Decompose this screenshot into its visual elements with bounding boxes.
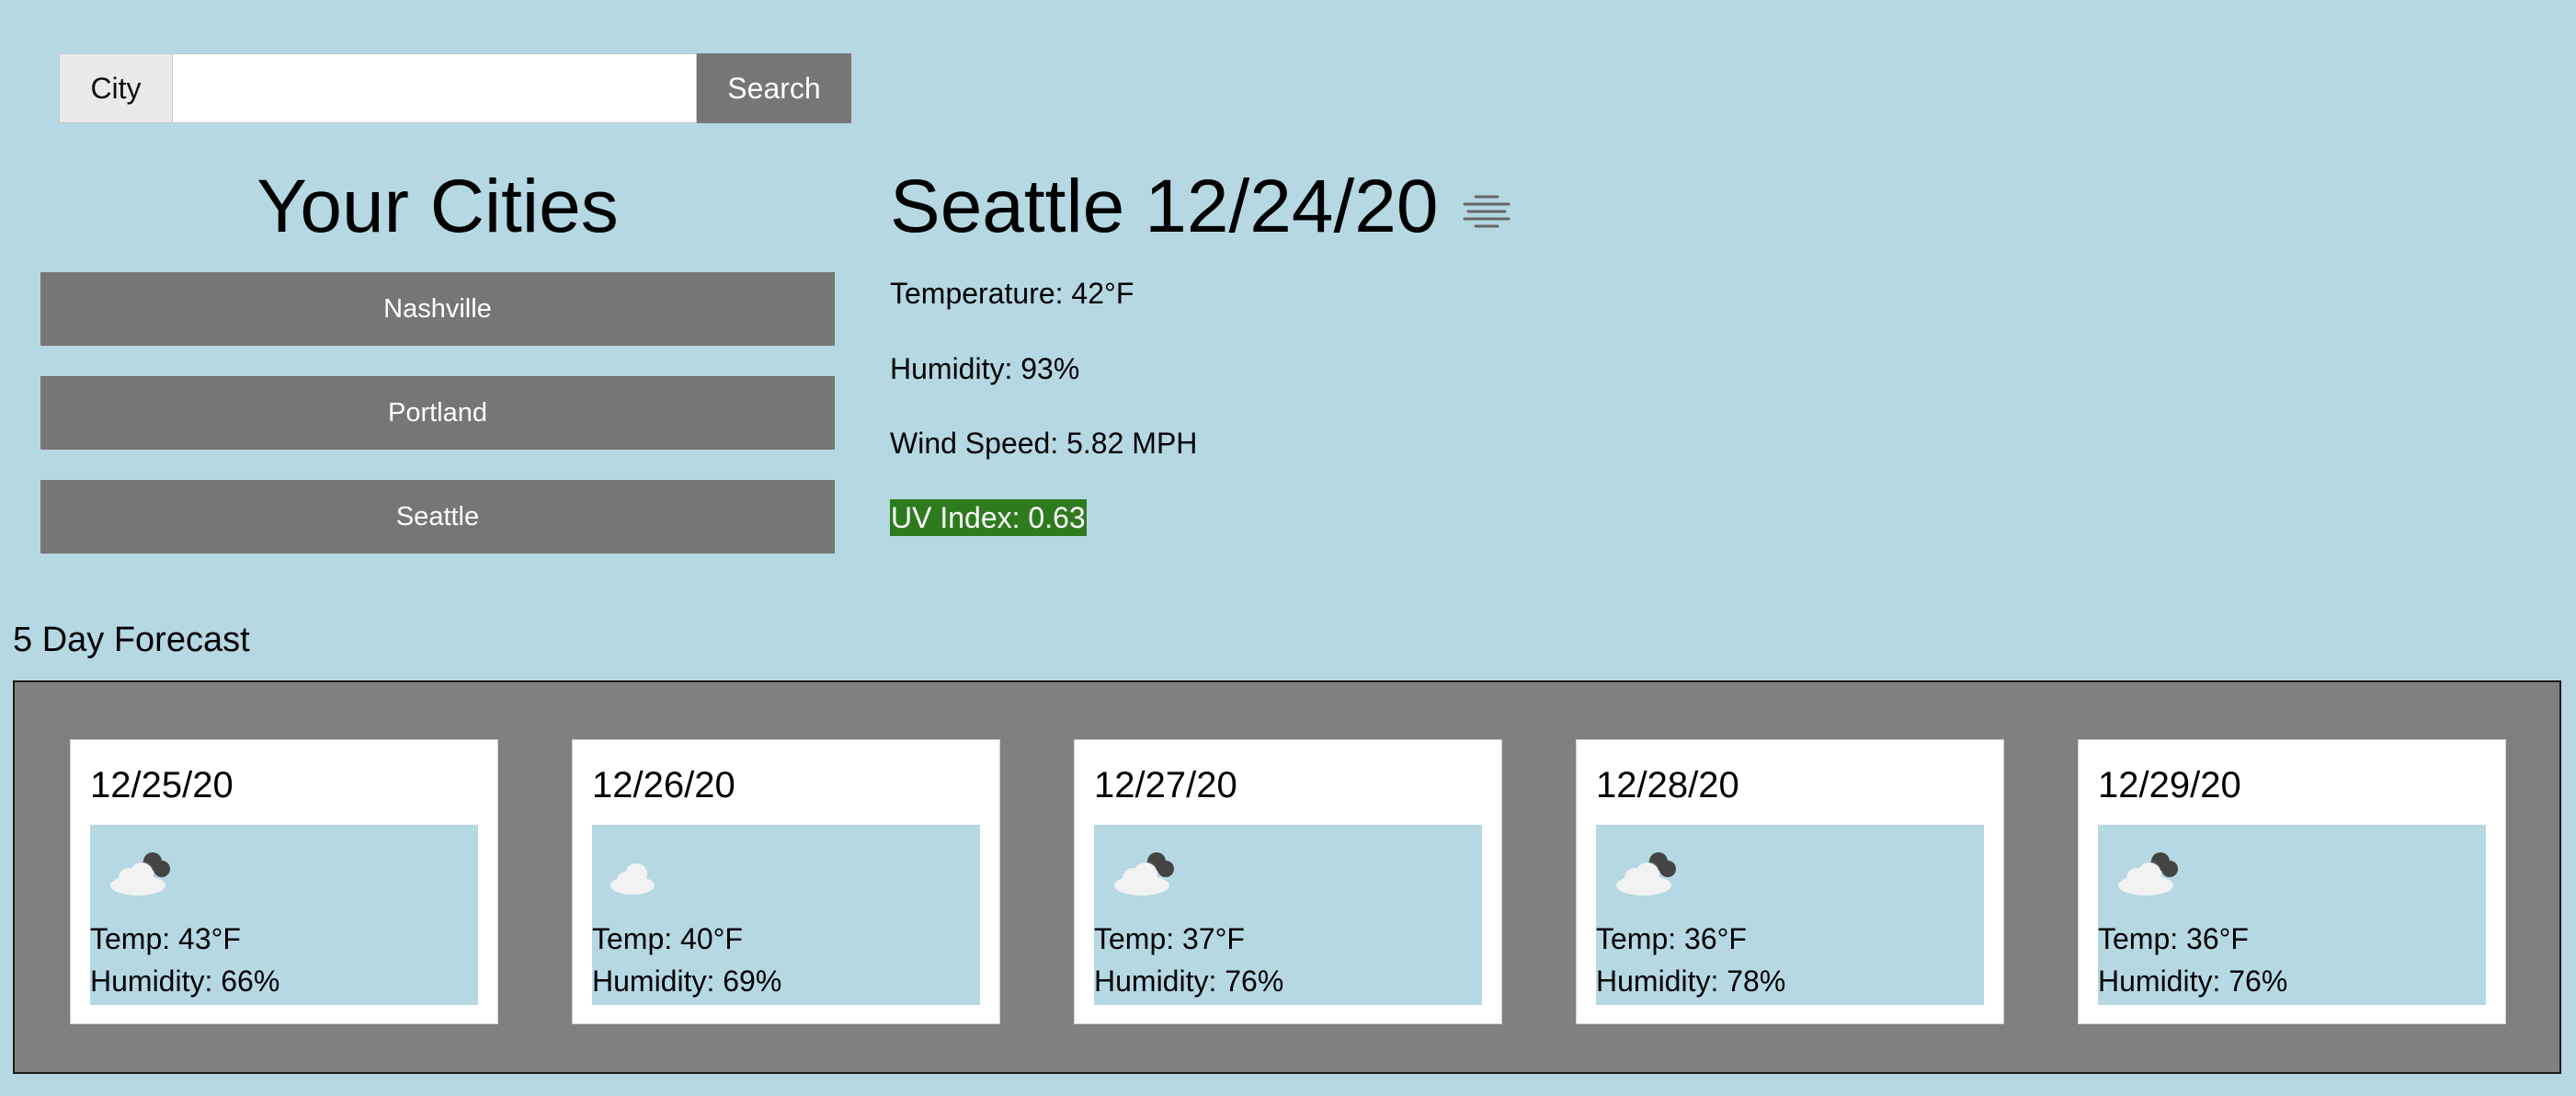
current-city-name: Seattle	[890, 165, 1125, 248]
city-search-input[interactable]	[173, 53, 697, 123]
forecast-card: 12/29/20 Temp: 36°F Humidity: 76%	[2078, 739, 2506, 1024]
forecast-humidity: Humidity: 69%	[592, 965, 782, 998]
city-search-form: City Search	[59, 53, 851, 123]
fog-icon	[1463, 195, 1510, 228]
forecast-humidity: Humidity: 66%	[90, 965, 280, 998]
saved-city-list: Nashville Portland Seattle	[40, 272, 835, 584]
forecast-details: Temp: 40°F Humidity: 69%	[592, 825, 980, 1005]
forecast-temp: Temp: 37°F	[1094, 922, 1245, 955]
forecast-details: Temp: 43°F Humidity: 66%	[90, 825, 478, 1005]
current-weather: Seattle 12/24/20 Temperature: 42°F Humid…	[890, 161, 1993, 536]
forecast-card: 12/25/20 Temp: 43°F Humidity: 66%	[70, 739, 498, 1024]
forecast-panel: 12/25/20 Temp: 43°F Humidity: 66% 12/26/…	[13, 680, 2561, 1074]
forecast-date: 12/29/20	[2098, 765, 2241, 805]
search-button[interactable]: Search	[697, 53, 851, 123]
forecast-heading: 5 Day Forecast	[13, 621, 250, 659]
forecast-card: 12/26/20 Temp: 40°F Humidity: 69%	[572, 739, 1000, 1024]
partly-cloudy-icon	[1114, 852, 1174, 896]
city-button-nashville[interactable]: Nashville	[40, 272, 835, 346]
forecast-date: 12/26/20	[592, 765, 735, 805]
forecast-temp: Temp: 40°F	[592, 922, 743, 955]
forecast-humidity: Humidity: 76%	[1094, 965, 1284, 998]
city-button-seattle[interactable]: Seattle	[40, 480, 835, 554]
current-date: 12/24/20	[1145, 165, 1439, 248]
forecast-date: 12/28/20	[1596, 765, 1739, 805]
forecast-temp: Temp: 36°F	[1596, 922, 1747, 955]
current-temperature: Temperature: 42°F	[890, 277, 1134, 310]
current-humidity: Humidity: 93%	[890, 352, 1080, 385]
your-cities-title: Your Cities	[256, 165, 619, 248]
forecast-date: 12/27/20	[1094, 765, 1237, 805]
partly-cloudy-icon	[110, 852, 170, 896]
forecast-humidity: Humidity: 78%	[1596, 965, 1786, 998]
forecast-temp: Temp: 36°F	[2098, 922, 2249, 955]
city-button-portland[interactable]: Portland	[40, 376, 835, 450]
forecast-details: Temp: 36°F Humidity: 76%	[2098, 825, 2486, 1005]
forecast-humidity: Humidity: 76%	[2098, 965, 2288, 998]
current-wind-speed: Wind Speed: 5.82 MPH	[890, 427, 1198, 460]
cloud-icon	[610, 863, 655, 895]
uv-index-badge: UV Index: 0.63	[890, 499, 1087, 536]
city-input-label: City	[59, 53, 173, 123]
forecast-temp: Temp: 43°F	[90, 922, 241, 955]
partly-cloudy-icon	[2118, 852, 2178, 896]
partly-cloudy-icon	[1616, 852, 1676, 896]
current-weather-title: Seattle 12/24/20	[890, 161, 1993, 253]
forecast-details: Temp: 37°F Humidity: 76%	[1094, 825, 1482, 1005]
forecast-card: 12/27/20 Temp: 37°F Humidity: 76%	[1074, 739, 1502, 1024]
forecast-card: 12/28/20 Temp: 36°F Humidity: 78%	[1576, 739, 2004, 1024]
forecast-details: Temp: 36°F Humidity: 78%	[1596, 825, 1984, 1005]
forecast-date: 12/25/20	[90, 765, 234, 805]
